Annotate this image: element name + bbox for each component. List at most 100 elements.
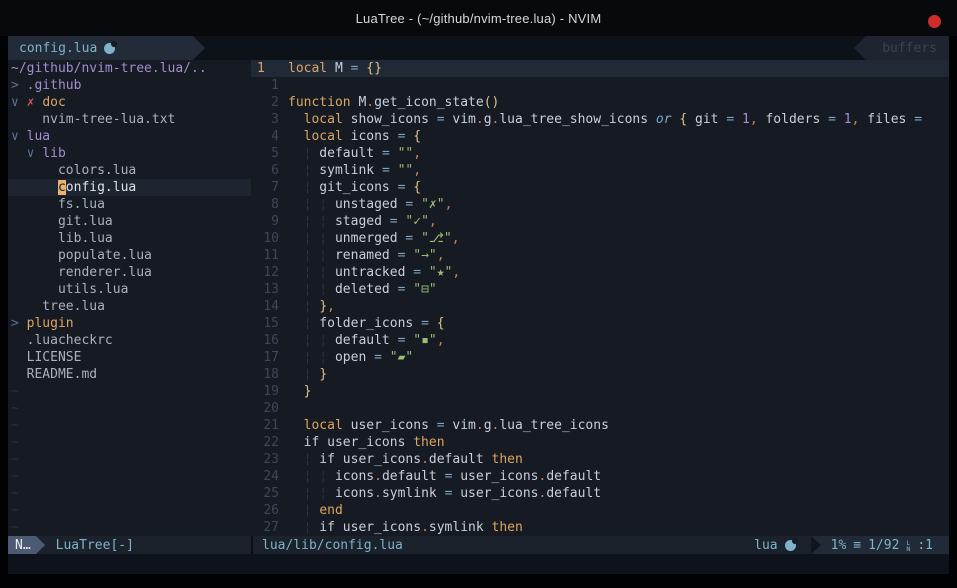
code-line[interactable]: 9 ¦ ¦ staged = "✓", xyxy=(251,213,949,230)
code-token: untracked xyxy=(327,265,413,280)
code-line[interactable]: 2function M.get_icon_state() xyxy=(251,94,949,111)
tree-filler[interactable]: ~ xyxy=(8,519,251,536)
code-line[interactable]: 6 ¦ symlink = "", xyxy=(251,162,949,179)
tree-row-populate-lua[interactable]: populate.lua xyxy=(8,247,251,264)
code-token: ¦ ¦ xyxy=(304,333,327,348)
tree-filler[interactable]: ~ xyxy=(8,434,251,451)
code-line[interactable]: 14 ¦ }, xyxy=(251,298,949,315)
code-token: . xyxy=(374,469,382,484)
relative-line-number: 15 xyxy=(257,315,279,332)
close-button[interactable] xyxy=(928,15,941,28)
tree-row-github[interactable]: > .github xyxy=(8,77,251,94)
code-token: 1 xyxy=(836,112,852,127)
code-text: ¦ if user_icons.default then xyxy=(288,451,523,468)
tree-filler[interactable]: ~ xyxy=(8,400,251,417)
code-text: ¦ ¦ untracked = "★", xyxy=(288,264,460,281)
code-line[interactable]: 23 ¦ if user_icons.default then xyxy=(251,451,949,468)
tree-row-plugin[interactable]: > plugin xyxy=(8,315,251,332)
tree-filler[interactable]: ~ xyxy=(8,468,251,485)
code-line[interactable]: 21 local user_icons = vim.g.lua_tree_ico… xyxy=(251,417,949,434)
code-token: default xyxy=(382,469,445,484)
code-token: { xyxy=(405,129,421,144)
code-line[interactable]: 1 xyxy=(251,77,949,94)
code-token xyxy=(288,163,304,178)
tab-config-lua[interactable]: config.lua xyxy=(8,36,193,60)
code-line[interactable]: 15 ¦ folder_icons = { xyxy=(251,315,949,332)
tree-filler[interactable]: ~ xyxy=(8,502,251,519)
tabline: config.lua buffers xyxy=(8,36,949,60)
code-line[interactable]: 19 } xyxy=(251,383,949,400)
code-token: folders xyxy=(758,112,828,127)
code-line[interactable]: 25 ¦ ¦ icons.symlink = user_icons.defaul… xyxy=(251,485,949,502)
code-token: then xyxy=(492,520,523,535)
tree-row-fs-lua[interactable]: fs.lua xyxy=(8,196,251,213)
buffers-label-segment[interactable]: buffers xyxy=(866,36,949,60)
relative-line-number: 27 xyxy=(257,519,279,536)
code-line[interactable]: 7 ¦ git_icons = { xyxy=(251,179,949,196)
code-token: open xyxy=(327,350,374,365)
tree-row-doc[interactable]: ∨ ✗ doc xyxy=(8,94,251,111)
code-line[interactable]: 17 ¦ ¦ open = "▰" xyxy=(251,349,949,366)
tree-text: utils.lua xyxy=(11,282,128,297)
code-token: {} xyxy=(358,61,381,76)
code-line[interactable]: 24 ¦ ¦ icons.default = user_icons.defaul… xyxy=(251,468,949,485)
code-line[interactable]: 11 ¦ ¦ renamed = "→", xyxy=(251,247,949,264)
code-line[interactable]: 5 ¦ default = "", xyxy=(251,145,949,162)
code-line[interactable]: 13 ¦ ¦ deleted = "⊟" xyxy=(251,281,949,298)
code-token: vim xyxy=(445,418,476,433)
code-token: end xyxy=(319,503,342,518)
code-token: 1 xyxy=(734,112,750,127)
code-token xyxy=(288,367,304,382)
code-token: function xyxy=(288,95,351,110)
tree-row-nvim-tree-lua-txt[interactable]: nvim-tree-lua.txt xyxy=(8,111,251,128)
code-line[interactable]: 1local M = {} xyxy=(251,60,949,77)
code-text: ¦ symlink = "", xyxy=(288,162,421,179)
code-text: local show_icons = vim.g.lua_tree_show_i… xyxy=(288,111,922,128)
code-token: or xyxy=(656,112,672,127)
code-token: default xyxy=(429,452,492,467)
tree-row-tree-lua[interactable]: tree.lua xyxy=(8,298,251,315)
tree-filler[interactable]: ~ xyxy=(8,451,251,468)
tree-root-path[interactable]: ~/github/nvim-tree.lua/.. xyxy=(8,60,251,77)
tree-row-luacheckrc[interactable]: .luacheckrc xyxy=(8,332,251,349)
tree-filler[interactable]: ~ xyxy=(8,417,251,434)
tree-row-utils-lua[interactable]: utils.lua xyxy=(8,281,251,298)
command-line[interactable] xyxy=(8,554,949,574)
code-line[interactable]: 4 local icons = { xyxy=(251,128,949,145)
tree-row-config-lua-current[interactable]: config.lua xyxy=(8,179,251,196)
git-unstaged-icon: ✗ xyxy=(27,95,43,110)
code-token: = xyxy=(382,146,390,161)
tree-row-lua[interactable]: ∨ lua xyxy=(8,128,251,145)
code-token: git xyxy=(687,112,726,127)
code-editor-pane: 1local M = {}12function M.get_icon_state… xyxy=(251,60,949,536)
main-panes: ~/github/nvim-tree.lua/..> .github∨ ✗ do… xyxy=(8,60,949,536)
code-line[interactable]: 10 ¦ ¦ unmerged = "⎇", xyxy=(251,230,949,247)
code-line[interactable]: 12 ¦ ¦ untracked = "★", xyxy=(251,264,949,281)
code-token xyxy=(288,129,304,144)
relative-line-number: 8 xyxy=(257,196,279,213)
code-line[interactable]: 8 ¦ ¦ unstaged = "✗", xyxy=(251,196,949,213)
code-line[interactable]: 18 ¦ } xyxy=(251,366,949,383)
code-line[interactable]: 26 ¦ end xyxy=(251,502,949,519)
relative-line-number: 12 xyxy=(257,264,279,281)
tree-filler[interactable]: ~ xyxy=(8,485,251,502)
tree-filler[interactable]: ~ xyxy=(8,383,251,400)
tree-row-git-lua[interactable]: git.lua xyxy=(8,213,251,230)
code-token: icons xyxy=(327,469,374,484)
tree-row-lib-lua[interactable]: lib.lua xyxy=(8,230,251,247)
tree-row-colors-lua[interactable]: colors.lua xyxy=(8,162,251,179)
tree-row-license[interactable]: LICENSE xyxy=(8,349,251,366)
tree-row-readme[interactable]: README.md xyxy=(8,366,251,383)
tree-text: ~ xyxy=(11,520,19,535)
tree-row-renderer-lua[interactable]: renderer.lua xyxy=(8,264,251,281)
code-token xyxy=(288,452,304,467)
code-token xyxy=(288,350,304,365)
code-line[interactable]: 16 ¦ ¦ default = "▪", xyxy=(251,332,949,349)
tree-row-lib[interactable]: ∨ lib xyxy=(8,145,251,162)
code-line[interactable]: 22 if user_icons then xyxy=(251,434,949,451)
relative-line-number: 10 xyxy=(257,230,279,247)
code-text: ¦ default = "", xyxy=(288,145,421,162)
code-line[interactable]: 3 local show_icons = vim.g.lua_tree_show… xyxy=(251,111,949,128)
code-line[interactable]: 27 ¦ if user_icons.symlink then xyxy=(251,519,949,536)
code-line[interactable]: 20 xyxy=(251,400,949,417)
